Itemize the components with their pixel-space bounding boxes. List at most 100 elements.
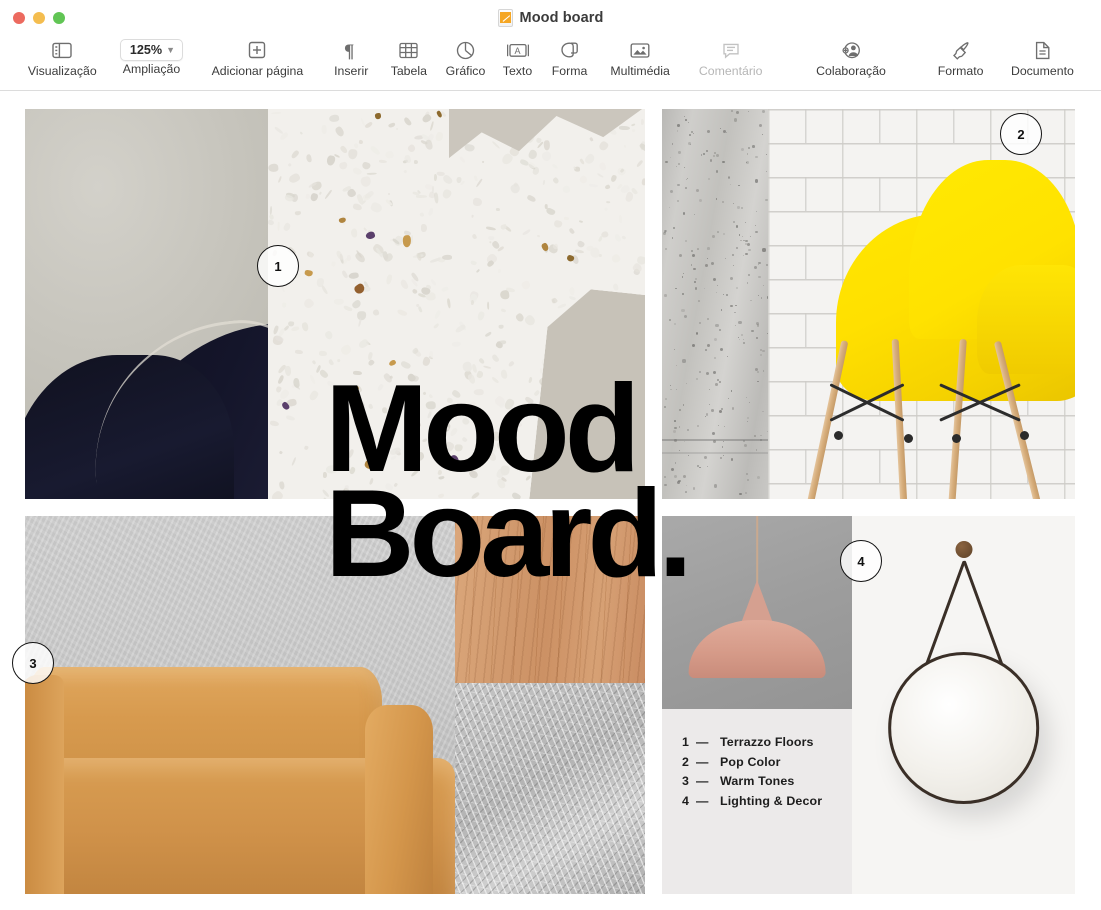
media-image-icon — [630, 37, 650, 63]
legend-dash: — — [696, 735, 720, 749]
badge-4-lighting-decor[interactable]: 4 — [840, 540, 882, 582]
app-window: Mood board Visualização 125% ▼ Ampliação — [0, 0, 1101, 910]
badge-2-pop-color[interactable]: 2 — [1000, 113, 1042, 155]
toolbar-label-chart: Gráfico — [446, 64, 486, 78]
legend-panel[interactable]: 1 — Terrazzo Floors 2 — Pop Color 3 — Wa… — [662, 516, 852, 894]
toolbar: Visualização 125% ▼ Ampliação Adicionar … — [0, 35, 1101, 91]
toolbar-label-zoom: Ampliação — [123, 62, 180, 76]
toolbar-item-zoom[interactable]: 125% ▼ Ampliação — [111, 35, 193, 76]
window-title: Mood board — [520, 10, 604, 26]
image-round-mirror[interactable] — [852, 516, 1075, 894]
lamp-dome — [689, 620, 826, 678]
image-tan-leather-sofa[interactable] — [25, 516, 455, 894]
badge-number: 4 — [857, 554, 864, 569]
toolbar-item-comment[interactable]: Comentário — [683, 35, 779, 78]
sofa-armrest — [365, 705, 434, 894]
toolbar-label-insert: Inserir — [334, 64, 368, 78]
lamp-cord — [756, 516, 758, 585]
collaborate-person-icon — [841, 37, 862, 63]
toolbar-item-media[interactable]: Multimédia — [597, 35, 682, 78]
view-sidebar-icon — [52, 37, 72, 63]
legend-label: Lighting & Decor — [720, 794, 822, 808]
yellow-chair-arm — [977, 265, 1075, 374]
chart-pie-icon — [456, 37, 475, 63]
toolbar-label-document: Documento — [1011, 64, 1074, 78]
image-grey-fur-rug[interactable] — [455, 683, 645, 894]
image-white-terrazzo[interactable] — [268, 109, 645, 499]
zoom-level-value: 125% — [130, 43, 162, 57]
legend-dash: — — [696, 774, 720, 788]
zoom-button[interactable] — [53, 12, 65, 24]
legend-row: 2 — Pop Color — [682, 755, 852, 769]
legend-label: Pop Color — [720, 755, 781, 769]
toolbar-label-shape: Forma — [552, 64, 588, 78]
toolbar-label-view: Visualização — [28, 64, 97, 78]
toolbar-label-table: Tabela — [391, 64, 427, 78]
legend-number: 4 — [682, 794, 696, 808]
toolbar-label-text: Texto — [503, 64, 532, 78]
add-page-icon — [248, 37, 266, 63]
mood-board-layout: 1 — Terrazzo Floors 2 — Pop Color 3 — Wa… — [25, 109, 1075, 894]
badge-1-terrazzo[interactable]: 1 — [257, 245, 299, 287]
toolbar-label-format: Formato — [938, 64, 984, 78]
legend-list: 1 — Terrazzo Floors 2 — Pop Color 3 — Wa… — [662, 709, 852, 894]
image-pink-pendant-lamp[interactable] — [662, 516, 852, 709]
svg-text:¶: ¶ — [344, 41, 354, 60]
toolbar-item-chart[interactable]: Gráfico — [438, 35, 494, 78]
pilcrow-icon: ¶ — [343, 37, 359, 63]
document-page[interactable]: 1 — Terrazzo Floors 2 — Pop Color 3 — Wa… — [25, 109, 1075, 894]
legend-row: 4 — Lighting & Decor — [682, 794, 852, 808]
text-box-icon: A — [507, 37, 529, 63]
title-bar: Mood board — [0, 0, 1101, 35]
toolbar-item-shape[interactable]: Forma — [542, 35, 598, 78]
toolbar-label-add-page: Adicionar página — [212, 64, 304, 78]
badge-number: 1 — [274, 259, 281, 274]
image-concrete-wall[interactable] — [662, 109, 768, 499]
legend-row: 1 — Terrazzo Floors — [682, 735, 852, 749]
lamp-cone — [740, 580, 774, 626]
shape-icon — [560, 37, 579, 63]
badge-3-warm-tones[interactable]: 3 — [12, 642, 54, 684]
legend-number: 3 — [682, 774, 696, 788]
document-canvas[interactable]: 1 — Terrazzo Floors 2 — Pop Color 3 — Wa… — [0, 91, 1101, 910]
pages-document-icon — [498, 9, 513, 27]
toolbar-item-table[interactable]: Tabela — [380, 35, 438, 78]
legend-label: Terrazzo Floors — [720, 735, 814, 749]
toolbar-item-view[interactable]: Visualização — [14, 35, 111, 78]
toolbar-item-collaborate[interactable]: Colaboração — [779, 35, 924, 78]
format-brush-icon — [951, 37, 971, 63]
toolbar-item-add-page[interactable]: Adicionar página — [192, 35, 322, 78]
comment-bubble-icon — [722, 37, 740, 63]
toolbar-label-collaborate: Colaboração — [816, 64, 886, 78]
chevron-down-icon: ▼ — [166, 46, 175, 55]
legend-row: 3 — Warm Tones — [682, 774, 852, 788]
mirror-glass — [888, 652, 1040, 804]
svg-text:A: A — [514, 46, 520, 56]
badge-number: 3 — [29, 656, 36, 671]
zoom-level-button[interactable]: 125% ▼ — [120, 39, 183, 61]
traffic-lights — [13, 12, 65, 24]
image-yellow-chair[interactable] — [768, 109, 1075, 499]
toolbar-item-document[interactable]: Documento — [998, 35, 1087, 78]
minimize-button[interactable] — [33, 12, 45, 24]
document-page-icon — [1034, 37, 1051, 63]
toolbar-item-insert[interactable]: ¶ Inserir — [322, 35, 380, 78]
image-navy-armchair[interactable] — [25, 109, 268, 499]
sofa-side — [25, 675, 64, 894]
legend-number: 1 — [682, 735, 696, 749]
legend-dash: — — [696, 755, 720, 769]
toolbar-item-format[interactable]: Formato — [923, 35, 997, 78]
mirror-wall-knob — [955, 541, 972, 558]
legend-label: Warm Tones — [720, 774, 794, 788]
toolbar-label-comment: Comentário — [699, 64, 763, 78]
toolbar-label-media: Multimédia — [610, 64, 669, 78]
toolbar-item-text[interactable]: A Texto — [493, 35, 541, 78]
legend-dash: — — [696, 794, 720, 808]
legend-number: 2 — [682, 755, 696, 769]
window-title-group: Mood board — [0, 0, 1101, 35]
image-wood-grain[interactable] — [455, 516, 645, 683]
fur-texture — [455, 683, 645, 894]
close-button[interactable] — [13, 12, 25, 24]
badge-number: 2 — [1017, 127, 1024, 142]
table-icon — [399, 37, 418, 63]
